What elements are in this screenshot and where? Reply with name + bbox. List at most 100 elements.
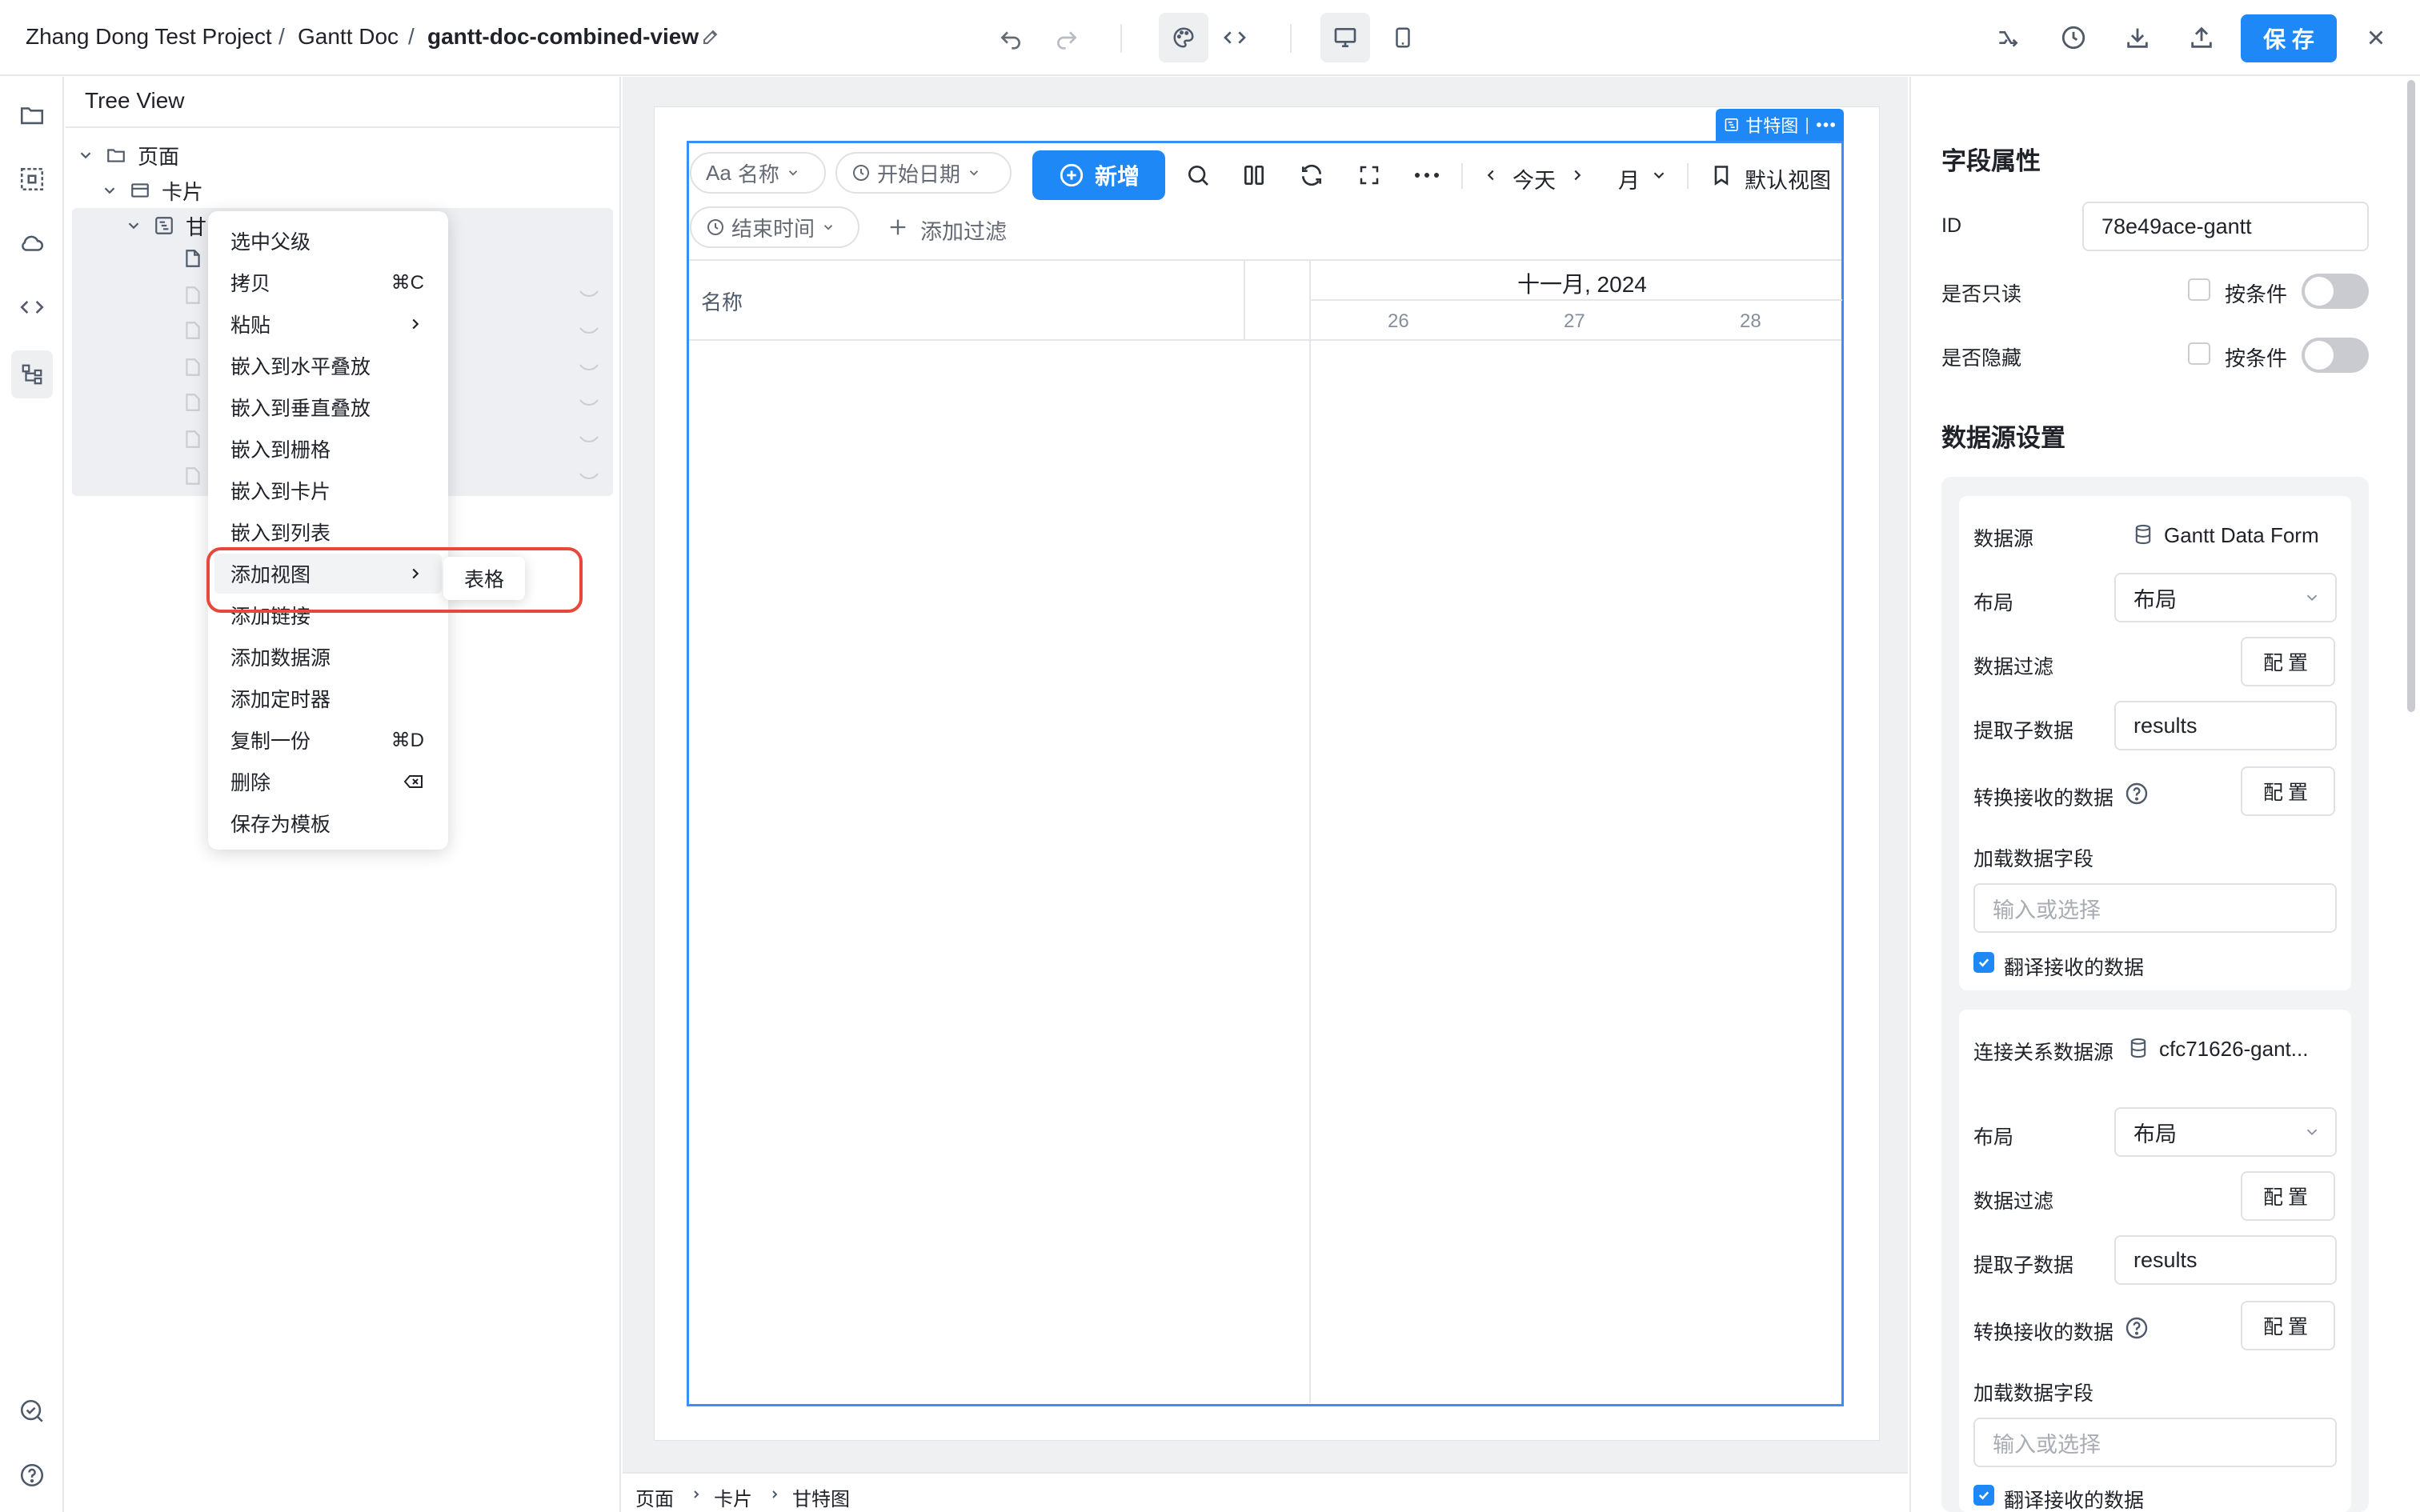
menu-item-paste[interactable]: 粘贴 [208,304,448,344]
default-view-label[interactable]: 默认视图 [1745,163,1831,194]
menu-item-save-template[interactable]: 保存为模板 [208,803,448,843]
mobile-view-icon[interactable] [1384,19,1421,56]
chevron-down-icon[interactable] [125,217,142,234]
menu-item-embed-list[interactable]: 嵌入到列表 [208,512,448,552]
layout-select[interactable]: 布局 [2114,573,2337,622]
help-icon[interactable] [2124,1315,2150,1341]
more-icon[interactable] [1816,122,1836,128]
component-select-icon[interactable] [11,158,53,200]
datasource-value[interactable]: Gantt Data Form [2164,523,2319,548]
file-icon[interactable] [182,320,203,341]
history-clock-icon[interactable] [2055,19,2092,56]
tree-node-card[interactable]: 卡片 [101,173,203,208]
hidden-condition-checkbox[interactable] [2188,342,2210,365]
save-button[interactable]: 保 存 [2241,14,2337,62]
file-icon[interactable] [182,357,203,378]
close-icon[interactable] [2358,19,2394,56]
eye-closed-icon[interactable] [578,395,600,411]
breadcrumb-doc[interactable]: Gantt Doc [298,24,399,50]
load-fields-input[interactable]: 输入或选择 [1973,883,2337,933]
gantt-component-tag[interactable]: 甘特图 | [1716,109,1844,141]
file-icon[interactable] [182,285,203,306]
eye-closed-icon[interactable] [578,323,600,339]
period-select[interactable]: 月 [1618,163,1640,194]
menu-item-add-timer[interactable]: 添加定时器 [208,678,448,718]
filter-end-time-pill[interactable]: 结束时间 [690,206,859,248]
help-icon[interactable] [2124,781,2150,806]
extract-input[interactable]: results [2114,701,2337,750]
merge-icon[interactable] [1989,19,2026,56]
transform-config-button[interactable]: 配置 [2241,766,2335,816]
transform-config-button[interactable]: 配置 [2241,1301,2335,1350]
tree-structure-icon[interactable] [11,350,53,398]
extract-input[interactable]: results [2114,1235,2337,1285]
menu-item-select-parent[interactable]: 选中父级 [208,221,448,261]
file-icon[interactable] [182,466,203,486]
code-icon[interactable] [11,286,53,328]
search-icon[interactable] [1181,158,1215,192]
breadcrumb-page[interactable]: gantt-doc-combined-view [427,24,699,50]
breadcrumb-project[interactable]: Zhang Dong Test Project [26,24,272,50]
filter-config-button[interactable]: 配置 [2241,637,2335,686]
edit-pencil-icon[interactable] [695,21,727,53]
cloud-icon[interactable] [11,222,53,264]
filter-name-pill[interactable]: Aa 名称 [690,152,826,194]
desktop-view-icon[interactable] [1320,13,1370,62]
file-icon[interactable] [182,429,203,450]
translate-checkbox[interactable] [1973,1485,1994,1506]
code-icon[interactable] [1216,19,1253,56]
filter-config-button[interactable]: 配置 [2241,1171,2335,1221]
menu-item-embed-vstack[interactable]: 嵌入到垂直叠放 [208,387,448,427]
chevron-right-icon[interactable] [1561,158,1594,192]
menu-item-copy[interactable]: 拷贝 ⌘C [208,262,448,302]
today-button[interactable]: 今天 [1512,163,1556,194]
tree-node-gantt[interactable]: 甘 [125,208,206,243]
eye-closed-icon[interactable] [578,286,600,302]
columns-icon[interactable] [1237,158,1271,192]
theme-palette-icon[interactable] [1159,13,1208,62]
chevron-down-icon[interactable] [101,182,118,199]
download-icon[interactable] [2119,19,2156,56]
chevron-left-icon[interactable] [1474,158,1508,192]
undo-icon[interactable] [992,19,1029,56]
menu-item-embed-card[interactable]: 嵌入到卡片 [208,470,448,510]
menu-item-embed-grid[interactable]: 嵌入到栅格 [208,429,448,469]
menu-item-embed-hstack[interactable]: 嵌入到水平叠放 [208,346,448,386]
bookmark-icon[interactable] [1705,158,1738,192]
check-search-icon[interactable] [11,1390,53,1432]
menu-item-duplicate[interactable]: 复制一份 ⌘D [208,720,448,760]
refresh-icon[interactable] [1295,158,1328,192]
breadcrumb-gantt[interactable]: 甘特图 [792,1483,850,1511]
tree-node-page[interactable]: 页面 [77,138,179,173]
menu-item-add-datasource[interactable]: 添加数据源 [208,637,448,677]
eye-closed-icon[interactable] [578,360,600,376]
breadcrumb-card[interactable]: 卡片 [714,1483,752,1511]
fullscreen-icon[interactable] [1352,158,1386,192]
add-task-button[interactable]: 新增 [1032,150,1165,200]
file-icon[interactable] [182,248,203,269]
layout-select[interactable]: 布局 [2114,1107,2337,1157]
chevron-down-icon[interactable] [77,146,94,164]
file-icon[interactable] [182,392,203,413]
more-icon[interactable] [1410,158,1444,192]
filter-start-date-pill[interactable]: 开始日期 [835,152,1012,194]
breadcrumb-page[interactable]: 页面 [635,1483,674,1511]
eye-closed-icon[interactable] [578,432,600,448]
load-fields-input[interactable]: 输入或选择 [1973,1418,2337,1467]
translate-checkbox[interactable] [1973,952,1994,973]
id-input[interactable]: 78e49ace-gantt [2082,202,2369,251]
redo-icon[interactable] [1048,19,1085,56]
chevron-down-icon[interactable] [1642,158,1676,192]
hidden-toggle[interactable] [2302,338,2369,373]
scrollbar[interactable] [2407,80,2415,712]
readonly-condition-checkbox[interactable] [2188,278,2210,301]
eye-closed-icon[interactable] [578,469,600,485]
add-filter-button[interactable]: 添加过滤 [920,214,1007,246]
menu-item-delete[interactable]: 删除 [208,762,448,802]
column-header-name[interactable]: 名称 [701,286,743,316]
relation-datasource-value[interactable]: cfc71626-gant... [2159,1037,2308,1062]
plus-icon[interactable] [887,216,909,238]
readonly-toggle[interactable] [2302,274,2369,309]
help-icon[interactable] [11,1454,53,1496]
upload-icon[interactable] [2183,19,2220,56]
